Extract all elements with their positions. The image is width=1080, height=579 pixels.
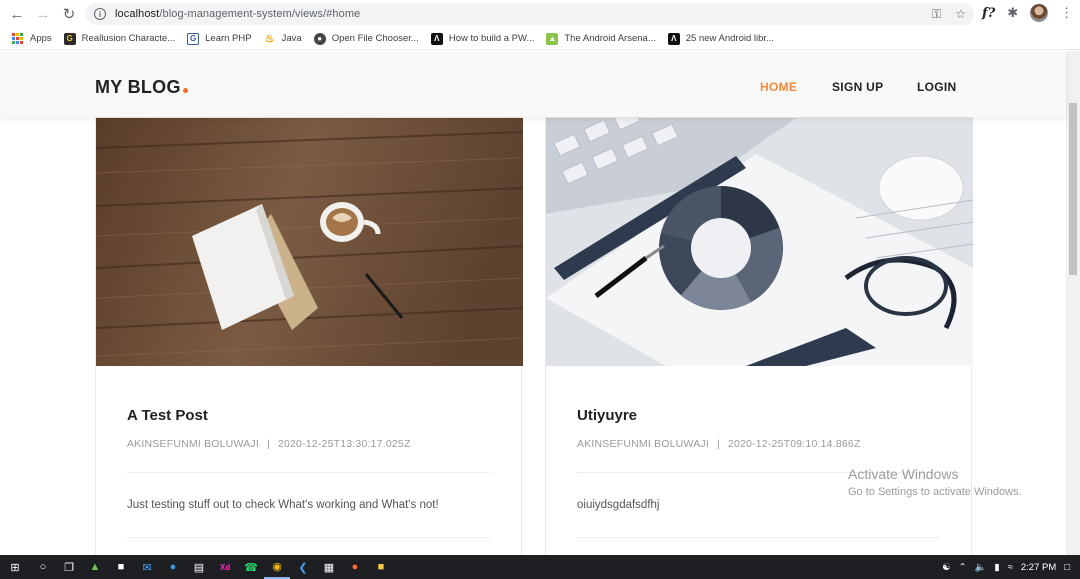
vscode-icon[interactable]: ❮ [290, 555, 316, 579]
people-icon[interactable]: ☯ [942, 562, 951, 573]
divider [127, 537, 490, 538]
adobe-xd-icon[interactable]: Xd [212, 555, 238, 579]
windows-start-icon[interactable]: ⊞ [0, 555, 30, 579]
file-explorer-icon[interactable]: ■ [368, 555, 394, 579]
post-image-financial-charts[interactable] [546, 118, 973, 366]
chrome-icon[interactable]: ◉ [264, 555, 290, 579]
site-header: MY BLOG HOME SIGN UP LOGIN [0, 51, 1066, 117]
activate-windows-watermark: Activate Windows Go to Settings to activ… [848, 466, 1022, 498]
divider [577, 537, 940, 538]
android-arsenal-icon: ▲ [546, 32, 559, 45]
system-tray: ☯ ⌃ 🔈 ▮ ≈ 2:27 PM □ [942, 555, 1080, 579]
java-icon: ♨ [264, 33, 275, 45]
bookmark-apps[interactable]: Apps [12, 32, 52, 45]
store-icon[interactable]: ■ [108, 555, 134, 579]
bookmark-android-arsenal[interactable]: ▲ The Android Arsena... [546, 32, 656, 45]
github-icon: ● [313, 32, 326, 45]
profile-avatar[interactable] [1030, 4, 1049, 22]
post-date: 2020-12-25T13:30:17.025Z [277, 438, 411, 450]
android-studio-icon[interactable]: ▲ [82, 555, 108, 579]
bookmarks-bar: Apps G Reallusion Characte... G Learn PH… [0, 28, 1080, 50]
task-view-icon[interactable]: ❐ [56, 555, 82, 579]
medium-icon: Λ [667, 32, 680, 45]
post-author: AKINSEFUNMI BOLUWAJI [577, 438, 709, 450]
search-icon[interactable]: ○ [30, 555, 56, 579]
meta-separator: | [266, 438, 270, 450]
windows-taskbar: ⊞ ○ ❐ ▲ ■ ✉ ● ▤ Xd ☎ ◉ ❮ ▦ ● ■ ☯ ⌃ 🔈 ▮ ≈… [0, 555, 1080, 579]
post-card[interactable]: A Test Post AKINSEFUNMI BOLUWAJI | 2020-12… [95, 117, 523, 555]
divider [127, 472, 490, 473]
bookmark-learn-php[interactable]: G Learn PHP [187, 32, 252, 45]
post-excerpt: oiuiydsgdafsdfhj [577, 499, 660, 511]
nav-home[interactable]: HOME [760, 80, 797, 94]
medium-icon: Λ [430, 32, 443, 45]
whatsapp-icon[interactable]: ☎ [238, 555, 264, 579]
meta-separator: | [716, 438, 720, 450]
battery-icon[interactable]: ▮ [994, 562, 999, 573]
notifications-icon[interactable]: □ [1064, 562, 1070, 573]
bookmark-reallusion[interactable]: G Reallusion Characte... [63, 32, 175, 45]
forward-button[interactable]: → [30, 1, 56, 27]
post-date: 2020-12-25T09:10:14.866Z [727, 438, 861, 450]
logo-dot-icon [182, 88, 188, 93]
bookmark-java[interactable]: ♨ Java [264, 33, 302, 45]
extensions-puzzle-icon[interactable]: ✱ [1007, 5, 1018, 21]
reload-button[interactable]: ↻ [56, 1, 82, 27]
extension-fx-icon[interactable]: f? [982, 6, 995, 21]
page-scrollbar[interactable] [1066, 51, 1080, 555]
console-icon[interactable]: ▦ [316, 555, 342, 579]
edge-icon[interactable]: ● [160, 555, 186, 579]
info-icon[interactable]: i [94, 8, 106, 20]
url-text[interactable]: localhost/blog-management-system/views/#… [115, 8, 360, 20]
site-logo[interactable]: MY BLOG [95, 77, 188, 98]
post-image-coffee-desk[interactable] [96, 118, 523, 366]
terminal-icon[interactable]: ▤ [186, 555, 212, 579]
apps-grid-icon [12, 32, 24, 45]
bookmark-android-libraries[interactable]: Λ 25 new Android libr... [667, 32, 774, 45]
menu-kebab-icon[interactable]: ⋮ [1060, 5, 1073, 21]
scrollbar-thumb[interactable] [1069, 103, 1077, 275]
post-meta: AKINSEFUNMI BOLUWAJI | 2020-12-25T13:30:17… [127, 438, 411, 450]
back-button[interactable]: ← [4, 1, 30, 27]
post-title[interactable]: Utiyuyre [577, 407, 637, 424]
post-author: AKINSEFUNMI BOLUWAJI [127, 438, 259, 450]
browser-toolbar: ← → ↻ i localhost/blog-management-system… [0, 0, 1080, 28]
post-excerpt: Just testing stuff out to check What's w… [127, 499, 439, 511]
address-bar[interactable]: i localhost/blog-management-system/views… [86, 3, 974, 25]
star-icon[interactable]: ☆ [955, 7, 966, 22]
key-icon[interactable]: ⚿ [932, 7, 941, 22]
wifi-icon[interactable]: ≈ [1008, 562, 1013, 573]
reallusion-icon: G [63, 32, 76, 45]
learn-php-icon: G [187, 32, 200, 45]
postman-icon[interactable]: ● [342, 555, 368, 579]
post-title[interactable]: A Test Post [127, 407, 208, 424]
clock[interactable]: 2:27 PM [1021, 562, 1056, 573]
chevron-up-icon[interactable]: ⌃ [959, 562, 967, 573]
bookmark-open-file-chooser[interactable]: ● Open File Chooser... [313, 32, 419, 45]
nav-sign-up[interactable]: SIGN UP [832, 80, 883, 94]
mail-icon[interactable]: ✉ [134, 555, 160, 579]
volume-icon[interactable]: 🔈 [975, 562, 987, 573]
post-meta: AKINSEFUNMI BOLUWAJI | 2020-12-25T09:10:14… [577, 438, 861, 450]
nav-login[interactable]: LOGIN [917, 80, 957, 94]
bookmark-build-pwa[interactable]: Λ How to build a PW... [430, 32, 534, 45]
